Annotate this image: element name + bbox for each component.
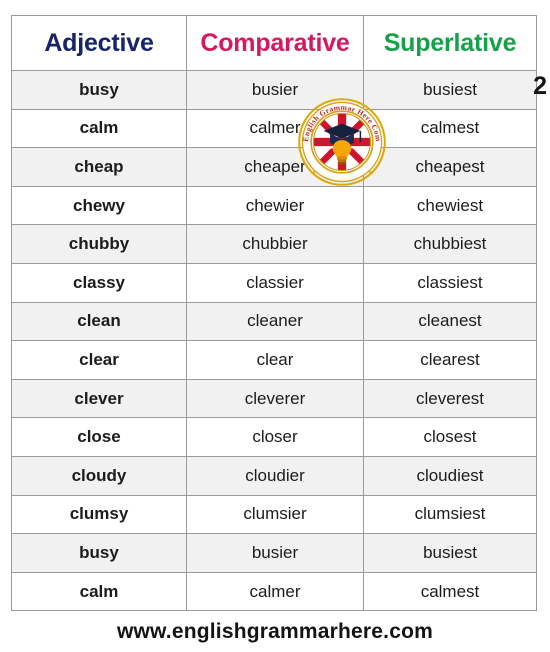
cell-superlative: cloudiest — [363, 455, 537, 496]
table-row: chubby chubbier chubbiest — [11, 224, 537, 264]
cell-superlative: busiest — [363, 70, 537, 110]
cell-comparative: closer — [186, 417, 364, 457]
cell-comparative: clumsier — [186, 494, 364, 535]
cell-adjective: busy — [11, 533, 187, 573]
cell-comparative: cleverer — [186, 378, 364, 419]
worksheet-page: Adjective Comparative Superlative busy bu… — [0, 0, 550, 652]
cell-comparative: cheaper — [186, 147, 364, 187]
footer-website-url: www.englishgrammarhere.com — [116, 620, 434, 643]
cell-adjective: busy — [11, 70, 187, 110]
cell-adjective: close — [11, 417, 187, 457]
table-row: calm calmer calmest — [11, 108, 537, 149]
cell-comparative: classier — [186, 262, 364, 303]
cell-superlative: chewiest — [363, 185, 537, 226]
cell-superlative: cheapest — [363, 147, 537, 187]
cell-comparative: chewier — [186, 185, 364, 226]
table-row: clear clear clearest — [11, 340, 537, 380]
cell-adjective: clever — [11, 378, 187, 419]
cell-adjective: chewy — [11, 185, 187, 226]
column-header-adjective: Adjective — [11, 15, 187, 71]
cell-superlative: closest — [363, 417, 537, 457]
table-row: chewy chewier chewiest — [11, 185, 537, 226]
adjective-forms-table: Adjective Comparative Superlative busy bu… — [11, 15, 537, 612]
table-header-row: Adjective Comparative Superlative — [11, 15, 537, 71]
cell-superlative: clumsiest — [363, 494, 537, 535]
cell-adjective: clear — [11, 340, 187, 380]
cell-adjective: clumsy — [11, 494, 187, 535]
cell-comparative: clear — [186, 340, 364, 380]
cell-superlative: cleanest — [363, 301, 537, 342]
table-row: clean cleaner cleanest — [11, 301, 537, 342]
column-header-comparative: Comparative — [186, 15, 364, 71]
cell-superlative: clearest — [363, 340, 537, 380]
cell-superlative: chubbiest — [363, 224, 537, 264]
cell-comparative: chubbier — [186, 224, 364, 264]
cell-adjective: cloudy — [11, 455, 187, 496]
table-row: cloudy cloudier cloudiest — [11, 455, 537, 496]
table-row: busy busier busiest — [11, 533, 537, 573]
table-row: close closer closest — [11, 417, 537, 457]
cell-comparative: cloudier — [186, 455, 364, 496]
table-header: Adjective Comparative Superlative — [11, 15, 537, 71]
table-row: clumsy clumsier clumsiest — [11, 494, 537, 535]
cell-adjective: calm — [11, 108, 187, 149]
cell-superlative: classiest — [363, 262, 537, 303]
table-row: busy busier busiest — [11, 70, 537, 110]
cell-adjective: classy — [11, 262, 187, 303]
table-body: busy busier busiest calm calmer calmest cheap c… — [11, 70, 537, 612]
cell-superlative: calmest — [363, 571, 537, 612]
cell-adjective: clean — [11, 301, 187, 342]
cell-adjective: chubby — [11, 224, 187, 264]
column-header-superlative: Superlative — [363, 15, 537, 71]
cell-adjective: calm — [11, 571, 187, 612]
cell-adjective: cheap — [11, 147, 187, 187]
table-row: classy classier classiest — [11, 262, 537, 303]
table-row: cheap cheaper cheapest — [11, 147, 537, 187]
cell-comparative: calmer — [186, 571, 364, 612]
table-row: calm calmer calmest — [11, 571, 537, 612]
cell-comparative: busier — [186, 70, 364, 110]
cell-comparative: busier — [186, 533, 364, 573]
cell-comparative: calmer — [186, 108, 364, 149]
page-number: 2 — [533, 72, 547, 100]
cell-comparative: cleaner — [186, 301, 364, 342]
cell-superlative: busiest — [363, 533, 537, 573]
cell-superlative: calmest — [363, 108, 537, 149]
cell-superlative: cleverest — [363, 378, 537, 419]
table-row: clever cleverer cleverest — [11, 378, 537, 419]
